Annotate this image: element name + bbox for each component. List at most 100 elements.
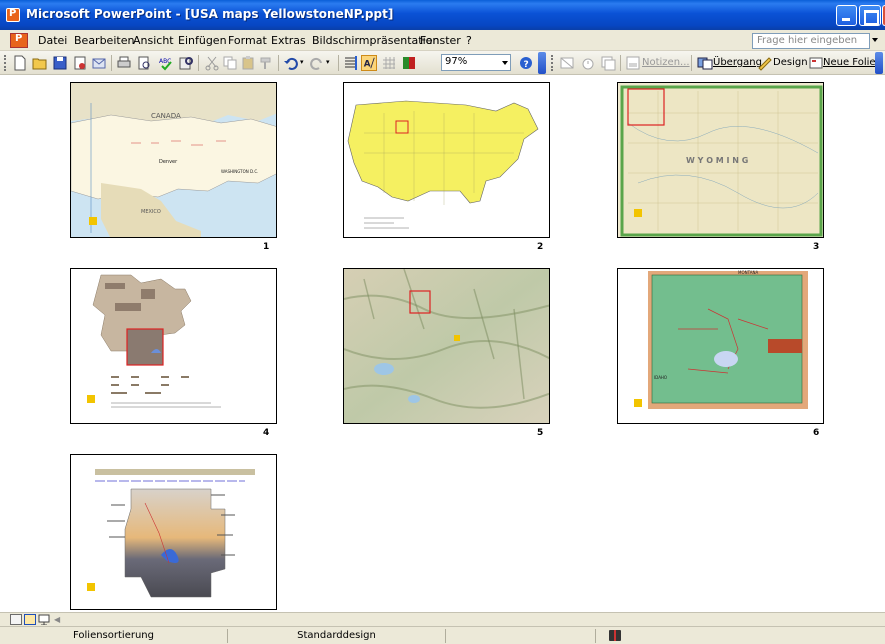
new-slide-button[interactable]: Neue Folie [823,57,876,68]
summary-slide-icon[interactable] [600,55,616,71]
toolbar-grip[interactable] [551,55,554,71]
slide-thumbnail-5[interactable] [343,268,550,424]
yellowstone-photo-map [71,455,276,609]
svg-text:A: A [364,60,371,70]
idaho-label: IDAHO [654,375,667,380]
show-formatting-icon[interactable]: A [361,55,377,71]
slide-thumbnail-2[interactable] [343,82,550,238]
cut-icon[interactable] [204,55,220,71]
grid-icon[interactable] [381,55,397,71]
undo-icon[interactable] [283,55,299,71]
help-search-input[interactable]: Frage hier eingeben [752,33,870,49]
slide-sorter-pane: CANADA MEXICO Denver WASHINGTON D.C. 1 2 [0,76,885,612]
format-painter-icon[interactable] [258,55,274,71]
menu-bar: Datei Bearbeiten Ansicht Einfügen Format… [0,30,885,51]
menu-datei[interactable]: Datei [38,34,67,47]
wyoming-label: W Y O M I N G [686,156,748,165]
document-icon[interactable] [10,33,28,48]
menu-help[interactable]: ? [466,34,472,47]
design-icon[interactable] [757,55,773,71]
spelling-status-icon[interactable] [609,630,621,641]
redo-icon[interactable] [309,55,325,71]
help-dropdown-icon[interactable] [872,38,878,42]
terrain-relief-map [344,269,549,423]
permission-icon[interactable] [72,55,88,71]
yellowstone-park-map: MONTANA IDAHO [618,269,823,423]
print-icon[interactable] [116,55,132,71]
new-slide-icon[interactable] [808,55,824,71]
view-mode-status: Foliensortierung [0,629,228,643]
menu-bearbeiten[interactable]: Bearbeiten [74,34,134,47]
print-preview-icon[interactable] [136,55,152,71]
minimize-button[interactable] [836,5,857,26]
slide-thumbnail-7[interactable] [70,454,277,610]
zoom-dropdown-icon[interactable] [502,61,508,65]
normal-view-button[interactable] [10,614,22,625]
menu-format[interactable]: Format [228,34,267,47]
rehearse-timings-icon[interactable] [580,55,596,71]
toolbar-options-button[interactable] [538,52,546,74]
toolbar-separator [111,55,112,71]
washington-label: WASHINGTON D.C. [221,169,258,174]
toolbar-separator [691,55,692,71]
research-icon[interactable] [178,55,194,71]
scroll-left-icon[interactable]: ◀ [54,615,64,625]
slide-thumbnail-6[interactable]: MONTANA IDAHO [617,268,824,424]
standard-toolbar: ABC ▾ ▾ A 97% ? Notizen... Übergang Desi… [0,51,885,75]
spelling-icon[interactable]: ABC [158,55,174,71]
expand-all-icon[interactable] [343,55,359,71]
new-document-icon[interactable] [12,55,28,71]
svg-text:?: ? [524,60,529,70]
slide-number-2: 2 [537,242,544,252]
toolbar-grip[interactable] [4,55,7,71]
menu-einfuegen[interactable]: Einfügen [178,34,227,47]
powerpoint-window: Microsoft PowerPoint - [USA maps Yellows… [0,0,885,644]
menu-fenster[interactable]: Fenster [420,34,461,47]
title-bar: Microsoft PowerPoint - [USA maps Yellows… [0,0,885,30]
design-button[interactable]: Design [773,57,808,68]
slide-transition-icon[interactable] [697,55,713,71]
status-bar: Foliensortierung Standarddesign [0,626,885,644]
mexico-label: MEXICO [141,209,161,215]
notes-icon[interactable] [625,55,641,71]
toolbar-separator [278,55,279,71]
toolbar-separator [198,55,199,71]
slide-thumbnail-1[interactable]: CANADA MEXICO Denver WASHINGTON D.C. [70,82,277,238]
paste-icon[interactable] [240,55,256,71]
undo-dropdown-icon[interactable]: ▾ [300,58,308,74]
menu-ansicht[interactable]: Ansicht [133,34,174,47]
slide-thumbnail-4[interactable] [70,268,277,424]
zoom-value: 97% [445,56,468,67]
toolbar-options-button[interactable] [875,52,883,74]
slide-sorter-view-button[interactable] [24,614,36,625]
color-grayscale-icon[interactable] [401,55,417,71]
help-icon[interactable]: ? [518,55,534,71]
slide-thumbnail-3[interactable]: W Y O M I N G [617,82,824,238]
hide-slide-icon[interactable] [559,55,575,71]
parks-region-map [71,269,276,423]
slideshow-view-button[interactable] [38,614,50,626]
copy-icon[interactable] [222,55,238,71]
slideshow-icon [38,614,50,626]
email-icon[interactable] [91,55,107,71]
wyoming-map: W Y O M I N G [618,83,823,237]
toolbar-separator [620,55,621,71]
usa-map [344,83,549,237]
denver-label: Denver [159,159,178,165]
menu-extras[interactable]: Extras [271,34,306,47]
notes-button[interactable]: Notizen... [642,57,690,68]
slide-number-6: 6 [813,428,820,438]
zoom-select[interactable]: 97% [441,54,511,71]
maximize-button[interactable] [859,5,881,26]
save-icon[interactable] [52,55,68,71]
slide-number-5: 5 [537,428,544,438]
design-status: Standarddesign [228,629,446,643]
montana-label: MONTANA [738,270,758,275]
transition-button[interactable]: Übergang [713,57,762,68]
status-empty-cell [446,629,596,643]
slide-number-4: 4 [263,428,270,438]
redo-dropdown-icon[interactable]: ▾ [326,58,334,74]
north-america-map: CANADA MEXICO Denver WASHINGTON D.C. [71,83,276,237]
open-folder-icon[interactable] [32,55,48,71]
powerpoint-app-icon[interactable] [6,8,20,22]
